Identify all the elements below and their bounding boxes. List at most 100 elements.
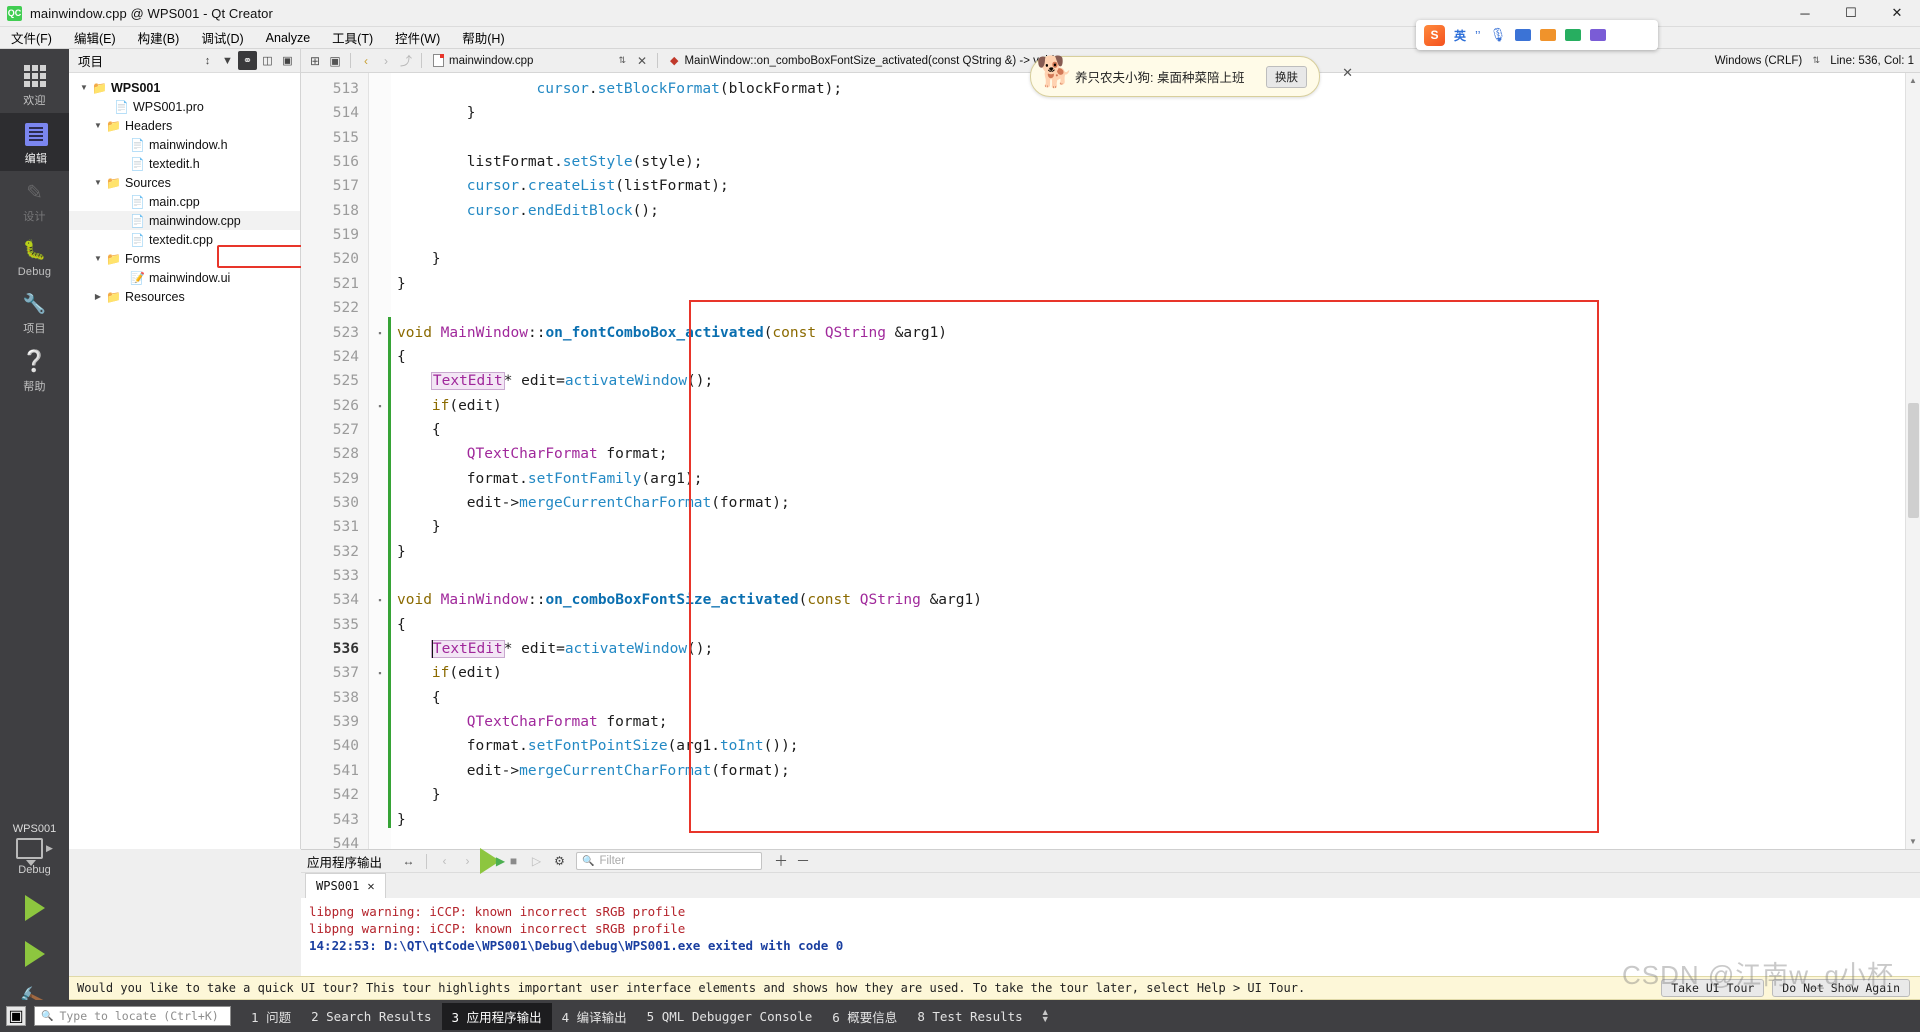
settings-gear-icon[interactable]: ⚙	[549, 851, 570, 871]
split-add-icon[interactable]: ⊞	[305, 51, 325, 71]
chevron-down-icon[interactable]: ▼	[91, 254, 105, 263]
fold-marker-icon[interactable]: ▪	[375, 588, 385, 612]
close-button[interactable]: ✕	[1874, 0, 1920, 27]
menu-edit[interactable]: 编辑(E)	[63, 26, 127, 49]
scroll-down-icon[interactable]: ▼	[1909, 837, 1917, 846]
menu-help[interactable]: 帮助(H)	[451, 26, 515, 49]
run-icon[interactable]: ▶	[480, 848, 505, 874]
code-line[interactable]: }	[397, 272, 406, 296]
code-line[interactable]: TextEdit* edit=activateWindow();	[430, 369, 713, 393]
mode-debug[interactable]: 🐛 Debug	[0, 229, 69, 283]
nav-forward-icon[interactable]: ›	[376, 51, 396, 71]
tree-item-headers[interactable]: ▼ 📁 Headers	[69, 116, 300, 135]
status-tab-test-results[interactable]: 8 Test Results	[907, 1005, 1032, 1028]
code-line[interactable]: edit->mergeCurrentCharFormat(format);	[467, 491, 790, 515]
zoom-out-icon[interactable]: －	[796, 851, 810, 871]
tree-item-forms[interactable]: ▼ 📁 Forms	[69, 249, 300, 268]
next-item-icon[interactable]: ›	[457, 851, 478, 871]
code-line[interactable]: TextEdit* edit=activateWindow();	[430, 637, 713, 661]
menu-build[interactable]: 构建(B)	[127, 26, 191, 49]
filter-icon[interactable]: ▼	[218, 51, 237, 70]
close-document-icon[interactable]: ✕	[632, 51, 652, 71]
locator-input[interactable]: 🔍 Type to locate (Ctrl+K)	[34, 1006, 231, 1026]
code-line[interactable]: {	[432, 686, 441, 710]
ime-menu-icon[interactable]	[1590, 29, 1607, 41]
code-line[interactable]: format.setFontFamily(arg1);	[467, 467, 703, 491]
status-tab-search-results[interactable]: 2 Search Results	[301, 1005, 441, 1028]
ime-emoji-icon[interactable]	[1565, 29, 1582, 41]
nav-back-icon[interactable]: ‹	[356, 51, 376, 71]
code-editor[interactable]: 513 cursor.setBlockFormat(blockFormat); 51…	[301, 73, 1920, 849]
status-tab-general-messages[interactable]: 6 概要信息	[822, 1003, 907, 1030]
code-line[interactable]: }	[467, 101, 476, 125]
code-line[interactable]: QTextCharFormat format;	[467, 710, 668, 734]
mode-help[interactable]: ❔ 帮助	[0, 341, 69, 399]
output-tab-wps001[interactable]: WPS001 ✕	[305, 873, 386, 898]
tree-item-mainwindow-h[interactable]: 📄 mainwindow.h	[69, 135, 300, 154]
chevron-updown-icon[interactable]: ⇅	[1806, 51, 1826, 71]
status-tab-application-output[interactable]: 3 应用程序输出	[441, 1002, 552, 1030]
status-tab-issues[interactable]: 1 问题	[241, 1003, 301, 1030]
mode-welcome[interactable]: 欢迎	[0, 55, 69, 113]
maximize-button[interactable]: ☐	[1828, 0, 1874, 27]
output-text-area[interactable]: libpng warning: iCCP: known incorrect sR…	[301, 898, 1920, 977]
chevron-right-icon[interactable]: ▶	[91, 292, 105, 301]
split-close-icon[interactable]: ▣	[325, 51, 345, 71]
code-line[interactable]: }	[432, 515, 441, 539]
code-line[interactable]: {	[432, 418, 441, 442]
take-ui-tour-button[interactable]: Take UI Tour	[1661, 979, 1765, 997]
ime-language-label[interactable]: 英	[1454, 27, 1466, 44]
output-pane-resize-icon[interactable]: ▲ ▼	[1041, 1008, 1050, 1024]
scrollbar-thumb[interactable]	[1908, 403, 1919, 518]
menu-tools[interactable]: 工具(T)	[321, 26, 384, 49]
close-split-icon[interactable]: ▣	[278, 51, 297, 70]
menu-file[interactable]: 文件(F)	[0, 26, 63, 49]
tree-item-wps001-pro[interactable]: 📄 WPS001.pro	[69, 97, 300, 116]
ime-microphone-icon[interactable]: 🎙	[1490, 27, 1507, 43]
code-line[interactable]: listFormat.setStyle(style);	[467, 150, 703, 174]
ime-punctuation-icon[interactable]: ’’	[1475, 28, 1481, 43]
change-skin-button[interactable]: 换肤	[1266, 65, 1307, 88]
code-line[interactable]: if(edit)	[432, 661, 502, 685]
tree-item-mainwindow-cpp[interactable]: 📄 mainwindow.cpp	[69, 211, 300, 230]
code-line[interactable]: format.setFontPointSize(arg1.toInt());	[467, 734, 799, 758]
close-icon[interactable]: ✕	[1342, 65, 1353, 81]
fold-marker-icon[interactable]: ▪	[375, 661, 385, 685]
tree-item-sources[interactable]: ▼ 📁 Sources	[69, 173, 300, 192]
code-line[interactable]: }	[397, 808, 406, 832]
code-line[interactable]: {	[397, 345, 406, 369]
status-tab-compile-output[interactable]: 4 编译输出	[552, 1003, 637, 1030]
stop-icon[interactable]: ■	[503, 851, 524, 871]
status-tab-qml-debugger-console[interactable]: 5 QML Debugger Console	[637, 1005, 823, 1028]
close-icon[interactable]: ✕	[367, 879, 374, 893]
symbol-selector[interactable]: ◆ MainWindow::on_comboBoxFontSize_activa…	[663, 54, 1061, 68]
editor-vertical-scrollbar[interactable]: ▲ ▼	[1905, 73, 1920, 849]
code-line[interactable]: }	[432, 247, 441, 271]
line-ending-selector[interactable]: Windows (CRLF)	[1715, 55, 1803, 67]
tree-item-wps001[interactable]: ▼ 📁 WPS001	[69, 78, 300, 97]
code-line[interactable]: }	[432, 783, 441, 807]
tree-item-resources[interactable]: ▶ 📁 Resources	[69, 287, 300, 306]
tree-item-mainwindow-ui[interactable]: 📝 mainwindow.ui	[69, 268, 300, 287]
output-toggle-icon[interactable]: ▣	[6, 1006, 26, 1026]
code-line[interactable]: void MainWindow::on_fontComboBox_activat…	[397, 321, 947, 345]
code-line[interactable]: QTextCharFormat format;	[467, 442, 668, 466]
fold-marker-icon[interactable]: ▪	[375, 394, 385, 418]
code-line[interactable]: }	[397, 540, 406, 564]
code-line[interactable]: void MainWindow::on_comboBoxFontSize_act…	[397, 588, 982, 612]
code-line[interactable]: if(edit)	[432, 394, 502, 418]
code-line[interactable]: edit->mergeCurrentCharFormat(format);	[467, 759, 790, 783]
sort-icon[interactable]: ↕	[198, 51, 217, 70]
sogou-logo-icon[interactable]: S	[1424, 24, 1445, 46]
wrap-output-icon[interactable]: ↔	[398, 851, 419, 871]
code-line[interactable]: {	[397, 613, 406, 637]
menu-window[interactable]: 控件(W)	[384, 26, 451, 49]
chevron-down-icon[interactable]: ▼	[77, 83, 91, 92]
chevron-down-icon[interactable]: ▼	[91, 121, 105, 130]
code-line[interactable]: cursor.setBlockFormat(blockFormat);	[537, 77, 843, 101]
start-debugging-button[interactable]	[24, 941, 45, 967]
minimize-button[interactable]: ─	[1782, 0, 1828, 27]
bookmark-icon[interactable]: ⤴	[396, 51, 416, 71]
file-dropdown-icon[interactable]: ⇅	[618, 55, 626, 66]
mode-design[interactable]: ✎ 设计	[0, 171, 69, 229]
